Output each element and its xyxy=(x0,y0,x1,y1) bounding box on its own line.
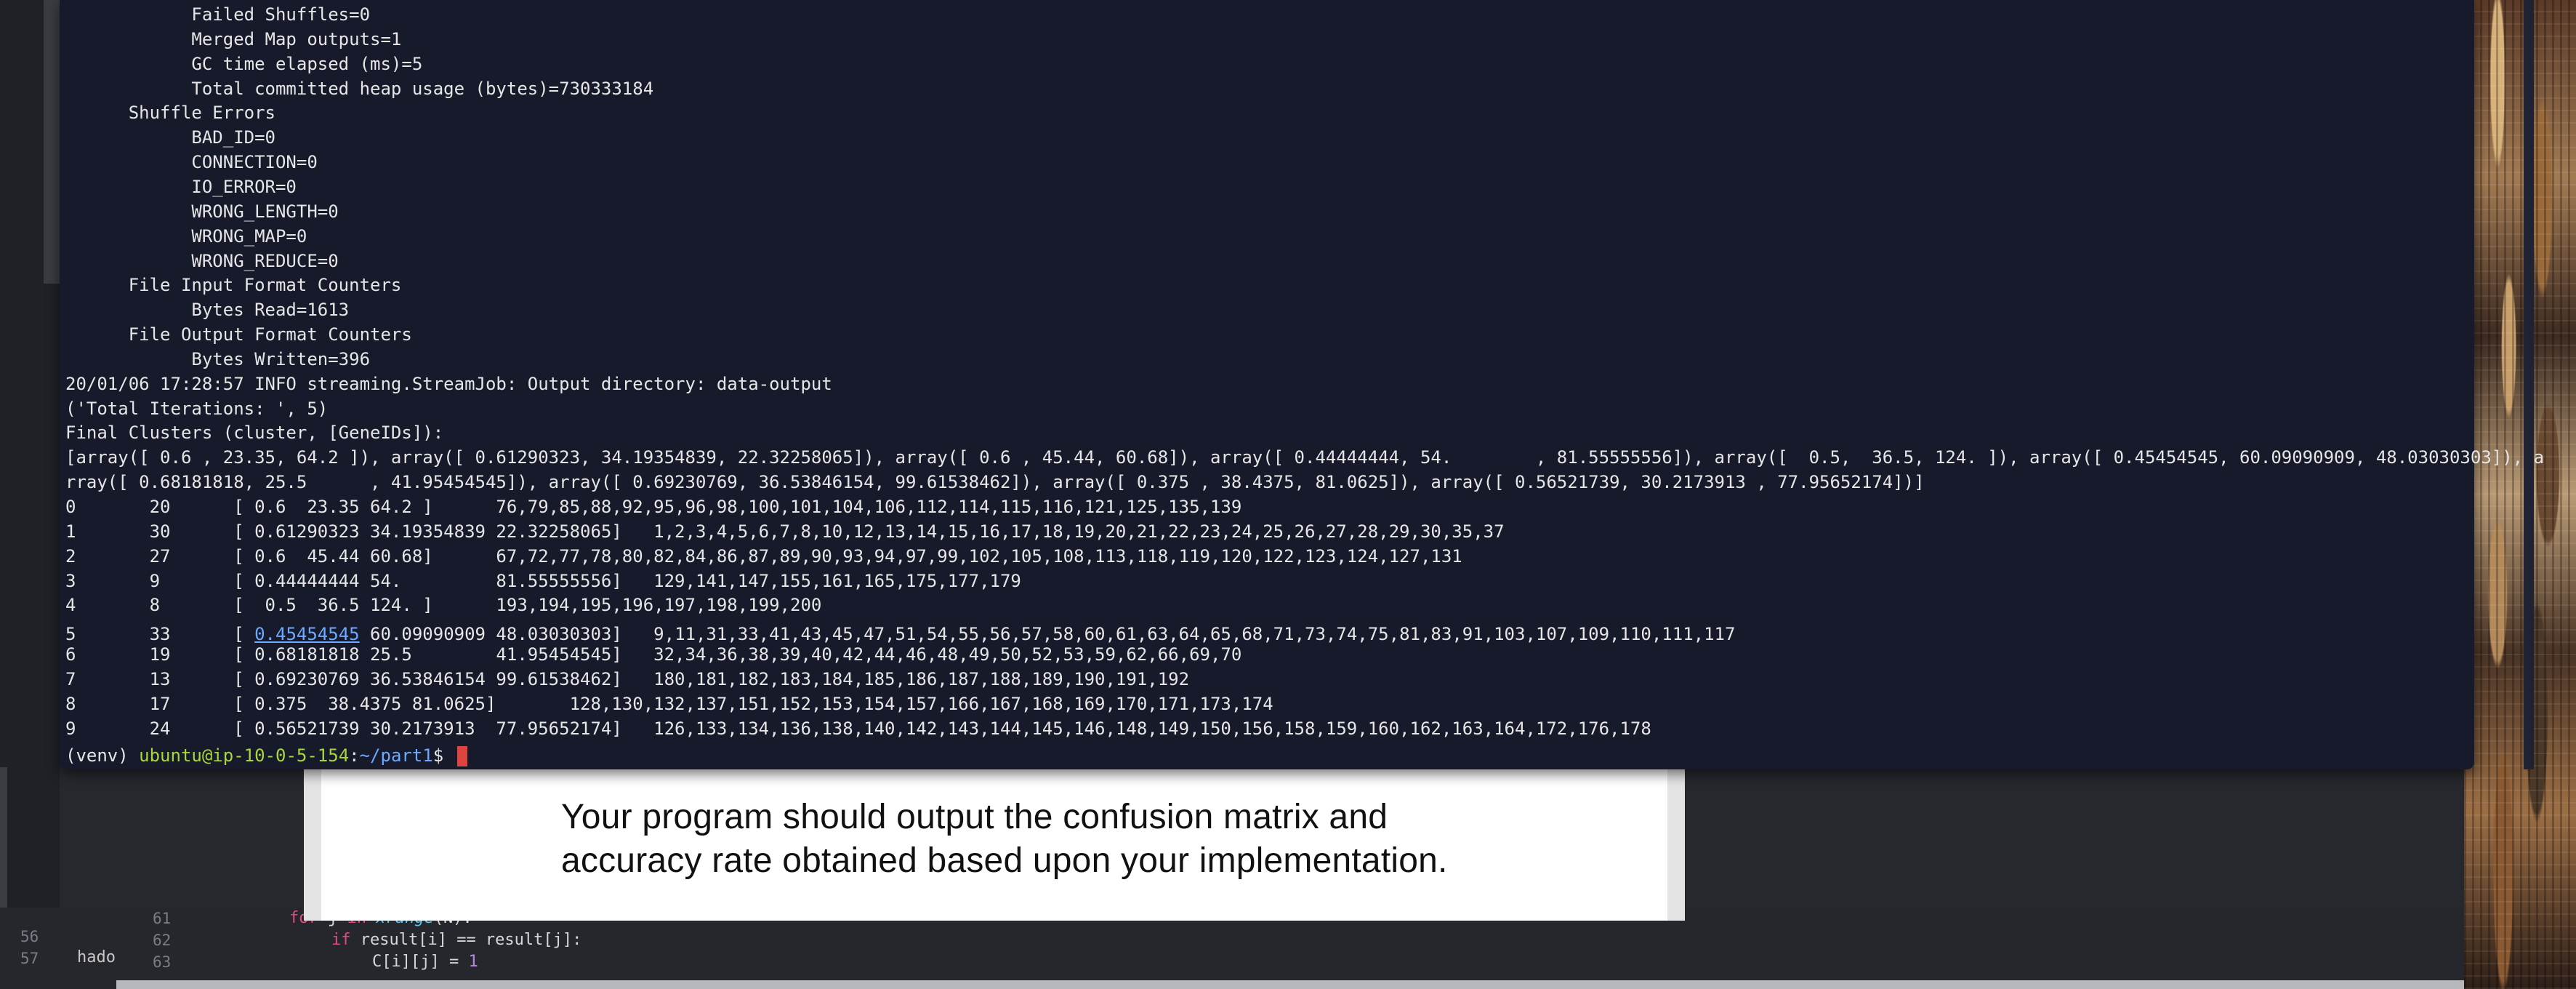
terminal-line: ('Total Iterations: ', 5) xyxy=(65,398,329,419)
sidebar-file-label[interactable]: hado xyxy=(77,948,116,966)
terminal-line: Final Clusters (cluster, [GeneIDs]): xyxy=(65,423,444,444)
prompt-path: ~/part1 xyxy=(359,745,433,766)
code-number: 1 xyxy=(468,953,478,971)
terminal-line: Bytes Written=396 xyxy=(65,348,371,369)
editor-scrollbar[interactable] xyxy=(44,0,60,284)
prompt-user: ubuntu@ip-10-0-5-154 xyxy=(139,745,350,766)
terminal-line: 5 33 [ 0.45454545 60.09090909 48.0303030… xyxy=(65,622,1735,646)
terminal-link[interactable]: 0.45454545 xyxy=(254,624,360,644)
line-number: 61 xyxy=(153,910,172,927)
code-keyword: if xyxy=(331,931,351,949)
terminal-line: Bytes Read=1613 xyxy=(65,300,350,321)
terminal-line: WRONG_MAP=0 xyxy=(65,225,307,247)
code-line: C[i][j] = 1 xyxy=(372,951,478,973)
window-edge xyxy=(0,767,7,920)
terminal-line: 8 17 [ 0.375 38.4375 81.0625] 128,130,13… xyxy=(65,693,1273,714)
terminal-text: 5 33 [ xyxy=(65,624,255,644)
line-number: 63 xyxy=(153,953,172,971)
terminal-line: 2 27 [ 0.6 45.44 60.68] 67,72,77,78,80,8… xyxy=(65,545,1462,566)
code-text: C[i][j] = xyxy=(372,953,469,971)
terminal-window[interactable]: Failed Shuffles=0 Merged Map outputs=1 G… xyxy=(60,0,2544,769)
line-number: 56 xyxy=(20,928,39,945)
terminal-line: 1 30 [ 0.61290323 34.19354839 22.3225806… xyxy=(65,521,1505,542)
code-text: result[i] == result[j]: xyxy=(350,931,582,949)
desktop-wallpaper xyxy=(2464,0,2576,989)
code-line: if result[i] == result[j]: xyxy=(331,929,581,951)
terminal-scrollbar[interactable] xyxy=(2524,0,2534,769)
terminal-line: File Output Format Counters xyxy=(65,324,412,345)
terminal-line: Shuffle Errors xyxy=(65,103,275,124)
text-cursor xyxy=(456,746,467,766)
terminal-line: 0 20 [ 0.6 23.35 64.2 ] 76,79,85,88,92,9… xyxy=(65,497,1242,517)
line-number: 62 xyxy=(153,932,172,949)
terminal-line: 20/01/06 17:28:57 INFO streaming.StreamJ… xyxy=(65,373,832,394)
terminal-line: CONNECTION=0 xyxy=(65,152,318,173)
terminal-line: Failed Shuffles=0 xyxy=(65,4,371,25)
terminal-line: Merged Map outputs=1 xyxy=(65,28,402,49)
prompt-venv: (venv) xyxy=(65,745,140,766)
terminal-line: IO_ERROR=0 xyxy=(65,176,297,197)
terminal-line: rray([ 0.68181818, 25.5 , 41.95454545]),… xyxy=(65,472,1925,493)
terminal-line: 9 24 [ 0.56521739 30.2173913 77.95652174… xyxy=(65,718,1651,739)
terminal-line: GC time elapsed (ms)=5 xyxy=(65,53,423,74)
terminal-line: [array([ 0.6 , 23.35, 64.2 ]), array([ 0… xyxy=(65,447,2545,468)
terminal-line: WRONG_LENGTH=0 xyxy=(65,201,339,222)
document-text-line: Your program should output the confusion… xyxy=(561,798,1388,836)
terminal-line: BAD_ID=0 xyxy=(65,127,275,148)
line-number: 57 xyxy=(20,950,39,967)
prompt-separator: : xyxy=(349,745,360,766)
terminal-line: 3 9 [ 0.44444444 54. 81.55555556] 129,14… xyxy=(65,570,1021,591)
terminal-line: File Input Format Counters xyxy=(65,275,402,296)
document-text-line: accuracy rate obtained based upon your i… xyxy=(561,841,1448,880)
document-page: Your program should output the confusion… xyxy=(304,756,1685,921)
terminal-line: WRONG_REDUCE=0 xyxy=(65,250,339,271)
terminal-line: 4 8 [ 0.5 36.5 124. ] 193,194,195,196,19… xyxy=(65,595,822,616)
horizontal-scrollbar[interactable] xyxy=(116,980,2471,989)
terminal-line: Total committed heap usage (bytes)=73033… xyxy=(65,78,654,99)
terminal-line: 7 13 [ 0.69230769 36.53846154 99.6153846… xyxy=(65,668,1190,689)
terminal-text: 60.09090909 48.03030303] 9,11,31,33,41,4… xyxy=(359,624,1736,644)
prompt-symbol: $ xyxy=(432,745,454,766)
terminal-prompt[interactable]: (venv) ubuntu@ip-10-0-5-154:~/part1$ xyxy=(65,743,467,768)
